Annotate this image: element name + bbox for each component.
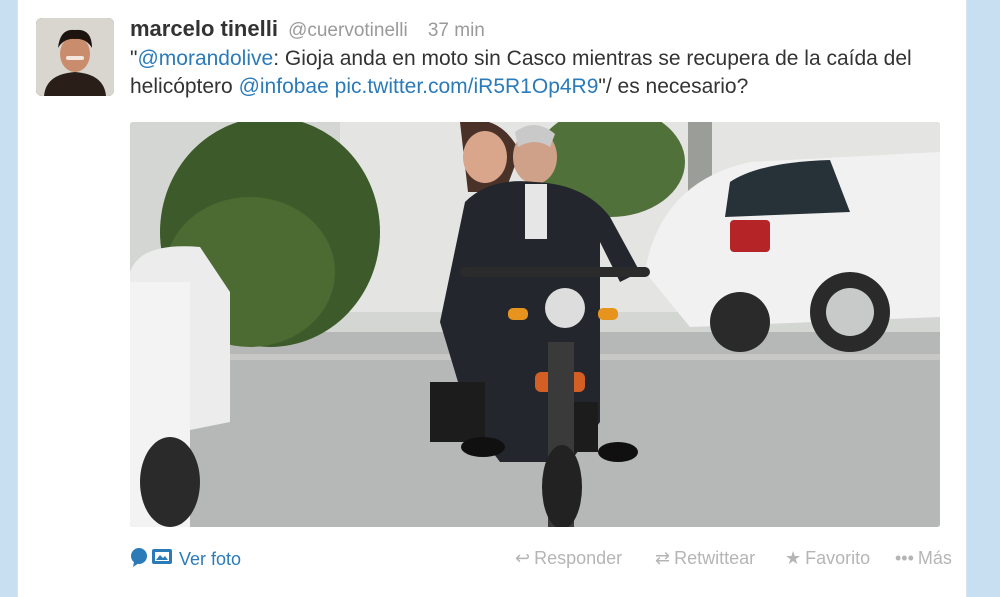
retweet-label: Retwittear (674, 548, 756, 568)
tweet-text: "@morandolive: Gioja anda en moto sin Ca… (130, 45, 945, 101)
tweet-body-part2: "/ es necesario? (598, 75, 749, 98)
retweet-icon: ⇄ (655, 548, 671, 568)
avatar[interactable] (36, 18, 114, 96)
ellipsis-icon: ••• (895, 548, 914, 568)
retweet-button[interactable]: ⇄ Retwittear (655, 548, 755, 569)
author-handle[interactable]: @cuervotinelli (288, 20, 408, 41)
favorite-button[interactable]: ★ Favorito (785, 548, 870, 569)
tweet-card: marcelo tinelli @cuervotinelli 37 min "@… (17, 0, 967, 597)
author-name[interactable]: marcelo tinelli (130, 16, 278, 41)
media-link[interactable]: pic.twitter.com/iR5R1Op4R9 (335, 75, 599, 98)
reply-label: Responder (534, 548, 623, 568)
mention-link[interactable]: @morandolive (137, 47, 273, 70)
tweet-time[interactable]: 37 min (428, 20, 485, 41)
more-label: Más (917, 548, 952, 568)
photo-icon (130, 546, 174, 573)
tweet-header: marcelo tinelli @cuervotinelli 37 min (130, 16, 946, 44)
reply-icon: ↩ (515, 548, 531, 568)
tweet-actions: Ver foto ↩ Responder ⇄ Retwittear ★ Favo… (130, 544, 952, 574)
view-photo-link[interactable]: Ver foto (130, 546, 241, 573)
more-button[interactable]: ••• Más (895, 548, 952, 569)
mention-link-2[interactable]: @infobae (239, 75, 329, 98)
view-photo-label: Ver foto (179, 549, 242, 569)
reply-button[interactable]: ↩ Responder (515, 548, 622, 569)
favorite-label: Favorito (805, 548, 871, 568)
tweet-photo[interactable] (130, 122, 940, 527)
star-icon: ★ (785, 548, 802, 568)
